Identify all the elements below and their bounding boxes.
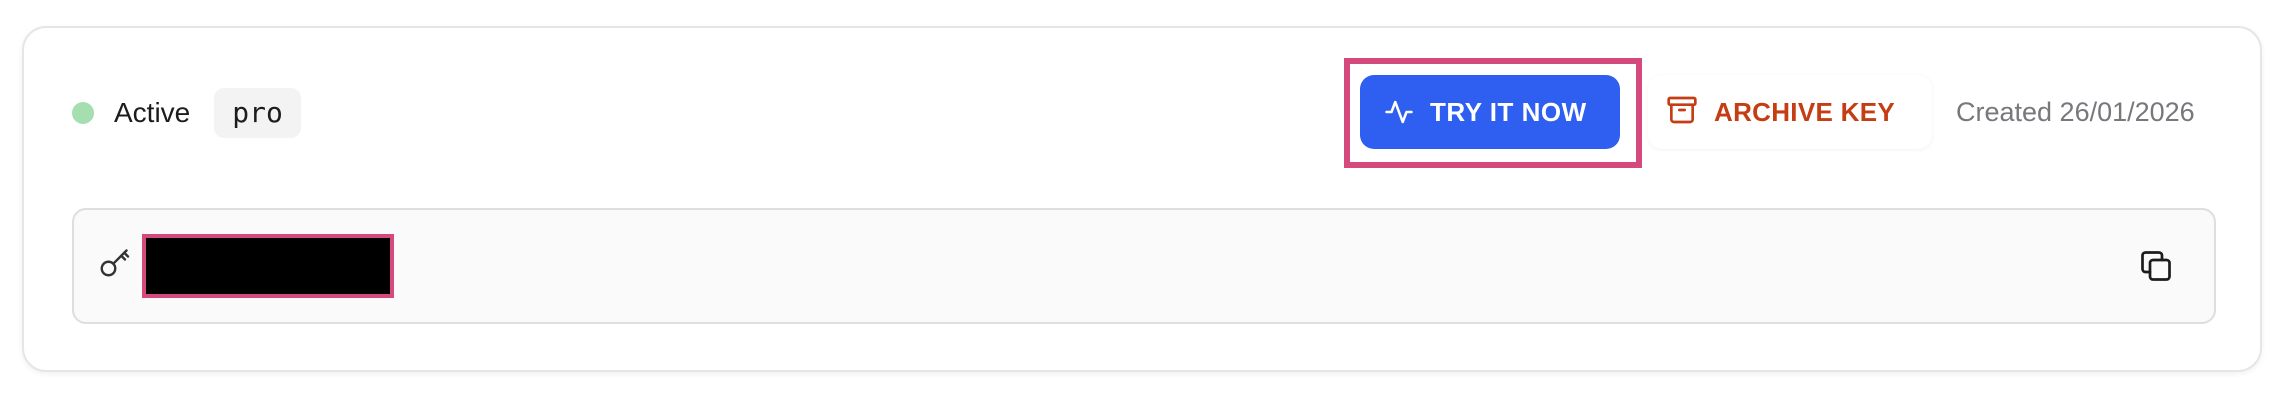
archive-key-label: ARCHIVE KEY: [1714, 96, 1895, 127]
key-status-row: Active pro: [72, 88, 301, 138]
archive-key-button[interactable]: ARCHIVE KEY: [1648, 75, 1932, 149]
status-label: Active: [114, 97, 191, 128]
try-it-now-label: TRY IT NOW: [1430, 96, 1587, 127]
created-date: Created 26/01/2026: [1956, 97, 2195, 127]
try-it-now-button[interactable]: TRY IT NOW: [1360, 75, 1620, 149]
key-icon: [98, 246, 134, 287]
tier-badge: pro: [214, 88, 301, 138]
status-indicator-dot: [72, 102, 94, 124]
api-key-field: [72, 208, 2216, 324]
archive-box-icon: [1666, 94, 1698, 131]
redacted-api-key-value: [142, 234, 394, 298]
activity-pulse-icon: [1384, 97, 1414, 127]
copy-icon[interactable]: [2138, 248, 2174, 289]
